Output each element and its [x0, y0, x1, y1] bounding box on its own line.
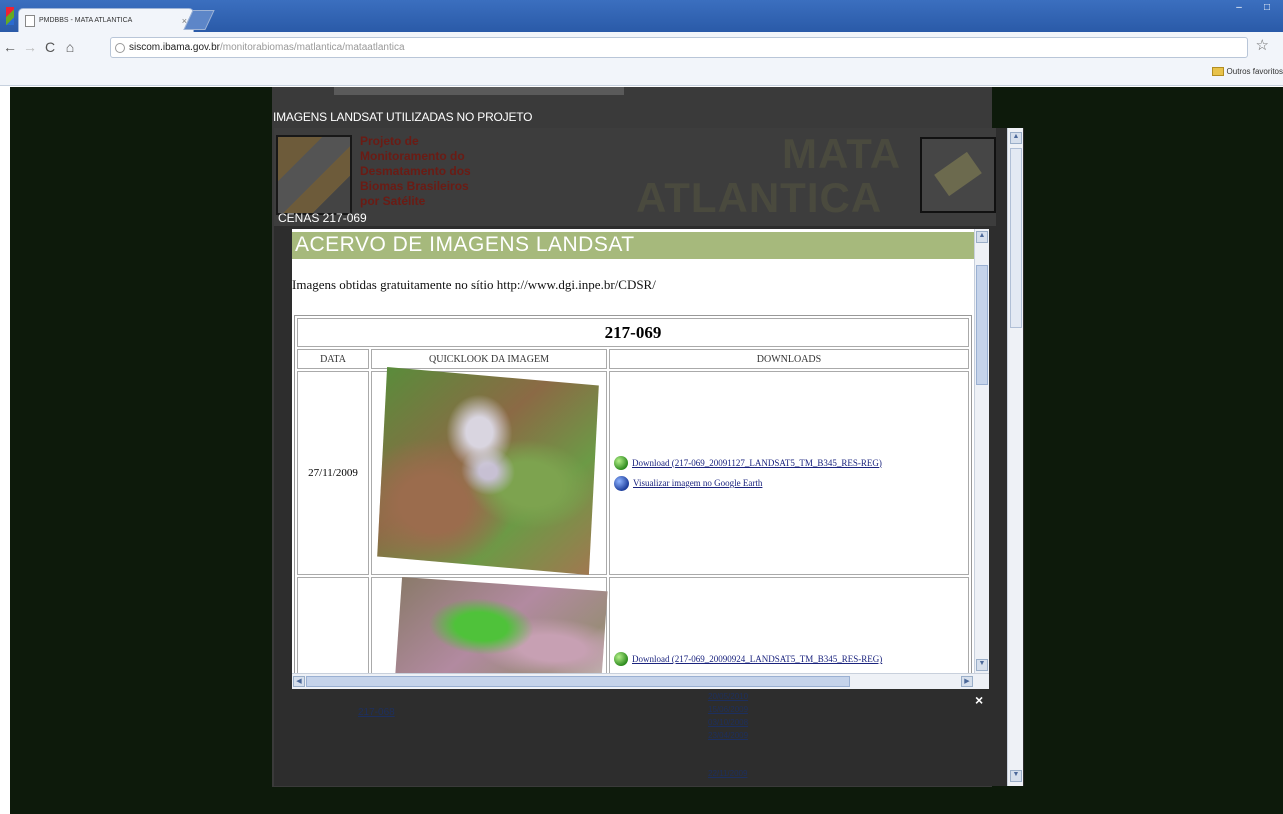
browser-tab[interactable]: PMDBBS - MATA ATLANTICA × [18, 8, 194, 32]
url-path: /monitorabiomas/matlantica/mataatlantica [219, 42, 405, 53]
scroll-up-icon[interactable]: ▲ [976, 231, 988, 243]
banner-line: Projeto de [360, 134, 419, 148]
project-name: Projeto de Monitoramento do Desmatamento… [360, 134, 471, 209]
column-header-date: DATA [297, 349, 369, 369]
download-globe-icon [614, 652, 628, 666]
scroll-thumb[interactable] [1010, 148, 1022, 328]
banner-line: Desmatamento dos [360, 164, 471, 178]
url-host: siscom.ibama.gov.br [129, 42, 220, 53]
banner-line: por Satélite [360, 194, 426, 208]
address-bar[interactable]: siscom.ibama.gov.br /monitorabiomas/matl… [110, 37, 1248, 58]
maximize-icon[interactable]: □ [1255, 0, 1279, 16]
background-date-link[interactable]: 03/10/2008 [708, 716, 748, 729]
lightbox-scrollbar[interactable]: ▲ ▼ [1007, 128, 1023, 786]
download-globe-icon [614, 455, 628, 470]
biome-logo-icon [920, 137, 996, 213]
bookmarks-bar: Outros favoritos [0, 62, 1283, 86]
scroll-down-icon[interactable]: ▼ [976, 659, 988, 671]
site-caption-bar [334, 87, 624, 95]
brand-mata: MATA [782, 130, 902, 177]
background-date-link[interactable]: 22/11/2009 [708, 769, 747, 778]
tab-title: PMDBBS - MATA ATLANTICA [39, 17, 133, 24]
iframe-horizontal-scrollbar[interactable]: ◀ ▶ [292, 673, 989, 689]
landsat-iframe: ACERVO DE IMAGENS LANDSAT Imagens obtida… [292, 229, 989, 689]
background-date-link[interactable]: 15/06/2009 [708, 703, 748, 716]
scroll-left-icon[interactable]: ◀ [293, 676, 305, 687]
scroll-right-icon[interactable]: ▶ [961, 676, 973, 687]
date-cell: 27/11/2009 [297, 371, 369, 575]
acervo-title: ACERVO DE IMAGENS LANDSAT [295, 233, 635, 256]
other-bookmarks-label: Outros favoritos [1226, 67, 1283, 76]
download-item: Download (217-069_20091127_LANDSAT5_TM_B… [614, 455, 968, 470]
google-earth-item: Visualizar imagem no Google Earth [614, 475, 968, 491]
home-icon[interactable]: ⌂ [60, 39, 80, 55]
iframe-vertical-scrollbar[interactable]: ▲ ▼ [974, 229, 989, 673]
other-bookmarks-button[interactable]: Outros favoritos [1211, 67, 1283, 76]
downloads-cell: Download (217-069_20091127_LANDSAT5_TM_B… [609, 371, 969, 575]
folder-icon [1211, 67, 1224, 76]
browser-logo-icon [6, 7, 14, 25]
column-header-quicklook: QUICKLOOK DA IMAGEM [371, 349, 607, 369]
google-earth-icon [614, 475, 629, 491]
scroll-thumb[interactable] [976, 265, 988, 385]
date-cell [297, 577, 369, 687]
banner-line: Biomas Brasileiros [360, 179, 469, 193]
scene-id: 217-069 [297, 318, 969, 347]
scene-table: 217-069 DATA QUICKLOOK DA IMAGEM DOWNLOA… [294, 315, 972, 689]
back-icon[interactable]: ← [0, 39, 20, 55]
minimize-icon[interactable]: – [1227, 0, 1251, 16]
intro-text: Imagens obtidas gratuitamente no sítio h… [292, 277, 656, 292]
project-logo-icon [276, 135, 352, 215]
scene-label: CENAS 217-069 [278, 211, 367, 225]
quicklook-image[interactable] [377, 367, 599, 575]
acervo-header: ACERVO DE IMAGENS LANDSAT [292, 232, 974, 259]
scroll-down-icon[interactable]: ▼ [1010, 770, 1022, 782]
download-link[interactable]: Download (217-069_20090924_LANDSAT5_TM_B… [632, 654, 882, 664]
window-titlebar: PMDBBS - MATA ATLANTICA × – □ [0, 0, 1283, 32]
download-item: Download (217-069_20090924_LANDSAT5_TM_B… [614, 652, 968, 666]
brand-atlantica: ATLANTICA [636, 174, 883, 221]
background-date-link[interactable]: 23/04/2009 [708, 729, 748, 742]
page-edge [0, 87, 10, 814]
google-earth-link[interactable]: Visualizar imagem no Google Earth [633, 478, 762, 488]
bookmark-star-icon[interactable]: ☆ [1256, 36, 1269, 54]
quicklook-cell [371, 367, 607, 575]
page-favicon-icon [25, 14, 35, 27]
scroll-up-icon[interactable]: ▲ [1010, 132, 1022, 144]
lightbox-title: IMAGENS LANDSAT UTILIZADAS NO PROJETO [273, 110, 533, 124]
scroll-thumb[interactable] [306, 676, 850, 687]
banner-line: Monitoramento do [360, 149, 465, 163]
background-scene-link[interactable]: 217-068 [358, 707, 395, 718]
background-date-list: 20/05/2010 15/06/2009 03/10/2008 23/04/2… [708, 690, 748, 742]
table-row: Download (217-069_20090924_LANDSAT5_TM_B… [297, 576, 969, 689]
page-info-icon[interactable] [115, 42, 125, 53]
background-date-link[interactable]: 20/05/2010 [708, 690, 748, 703]
column-header-downloads: DOWNLOADS [609, 349, 969, 369]
reload-icon[interactable]: C [40, 39, 60, 55]
lightbox-close-button[interactable]: × [975, 692, 983, 708]
downloads-cell: Download (217-069_20090924_LANDSAT5_TM_B… [609, 577, 969, 687]
quicklook-cell [371, 576, 608, 689]
download-link[interactable]: Download (217-069_20091127_LANDSAT5_TM_B… [632, 458, 882, 468]
table-row: 27/11/2009 Download (217-069_20091127_LA… [297, 367, 969, 575]
window-controls: – □ [1227, 0, 1279, 16]
forward-icon[interactable]: → [20, 39, 40, 55]
